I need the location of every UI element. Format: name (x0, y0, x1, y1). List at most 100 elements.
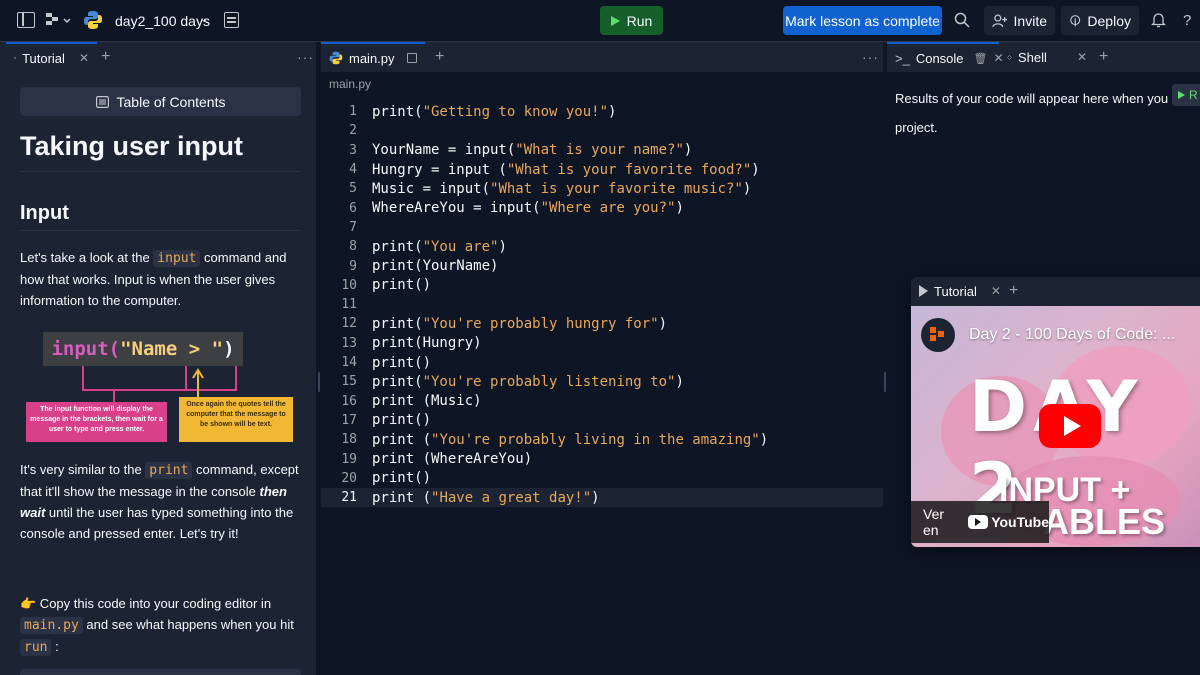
code-line[interactable]: 8 print("You are") (321, 237, 883, 256)
video-title[interactable]: Day 2 - 100 Days of Code: ... (969, 326, 1175, 344)
code-line[interactable]: 11 (321, 295, 883, 314)
code-text[interactable]: YourName = input("What is your name?") (372, 142, 692, 158)
code-text[interactable]: print() (372, 412, 431, 428)
watch-on-youtube-button[interactable]: Ver en YouTube (911, 501, 1049, 543)
search-icon[interactable] (954, 12, 970, 28)
tutorial-panel: Tutorial ✕ + ··· Table of Contents Takin… (0, 42, 316, 675)
invite-label: Invite (1013, 12, 1047, 29)
inline-code: print (145, 462, 193, 479)
code-text[interactable]: print ("You're probably living in the am… (372, 432, 768, 448)
code-line[interactable]: 13 print(Hungry) (321, 334, 883, 353)
code-line[interactable]: 21 print ("Have a great day!") (321, 488, 883, 508)
code-line[interactable]: 3 YourName = input("What is your name?") (321, 141, 883, 160)
add-tab-icon[interactable]: + (1099, 48, 1108, 66)
code-editor[interactable]: 1 print("Getting to know you!") 2 3 YourName… (321, 100, 883, 675)
trash-icon[interactable]: 🗑 (974, 52, 988, 65)
tab-shell[interactable]: Shell ✕ (999, 42, 1095, 72)
tab-tutorial[interactable]: Tutorial ✕ (6, 42, 97, 72)
add-tab-icon[interactable]: + (435, 48, 444, 66)
close-icon[interactable]: ✕ (1077, 50, 1087, 64)
code-text[interactable]: print (Music) (372, 393, 482, 409)
code-line[interactable]: 6 WhereAreYou = input("Where are you?") (321, 199, 883, 218)
code-line[interactable]: 16 print (Music) (321, 392, 883, 411)
code-line[interactable]: 20 print() (321, 469, 883, 488)
invite-button[interactable]: Invite (984, 6, 1055, 35)
notifications-bell-icon[interactable] (1151, 12, 1166, 28)
add-tab-icon[interactable]: + (1009, 282, 1018, 300)
breadcrumb[interactable]: main.py (321, 72, 883, 96)
mark-lesson-complete-button[interactable]: Mark lesson as complete (783, 6, 942, 35)
tab-main-py[interactable]: main.py (321, 42, 425, 72)
repl-name[interactable]: day2_100 days (115, 13, 210, 29)
resize-grip[interactable] (884, 372, 886, 392)
more-options-icon[interactable]: ··· (297, 49, 314, 65)
code-text[interactable]: print() (372, 355, 431, 371)
code-text[interactable]: print(Hungry) (372, 335, 482, 351)
diagram-connectors (82, 366, 237, 402)
code-line[interactable]: 18 print ("You're probably living in the … (321, 430, 883, 449)
code-line[interactable]: 5 Music = input("What is your favorite mu… (321, 179, 883, 198)
line-number: 14 (341, 355, 357, 371)
help-icon[interactable]: ? (1183, 12, 1191, 29)
code-text[interactable]: Music = input("What is your favorite mus… (372, 181, 751, 197)
line-number: 18 (341, 432, 357, 448)
code-line[interactable]: 2 (321, 121, 883, 140)
code-text[interactable]: Hungry = input ("What is your favorite f… (372, 162, 760, 178)
input-function-diagram: input("Name > ") The input function will… (26, 332, 296, 442)
console-output: Results of your code will appear here wh… (895, 84, 1195, 142)
console-message-line: Results of your code will appear here wh… (895, 91, 1169, 106)
tab-floating-tutorial-label: Tutorial (934, 283, 977, 299)
play-icon (1063, 416, 1081, 436)
tab-status-icon[interactable] (406, 53, 417, 63)
repl-info-icon[interactable] (224, 12, 239, 28)
floating-tabbar: Tutorial ✕ + (911, 277, 1200, 305)
code-text[interactable]: print(YourName) (372, 258, 498, 274)
paragraph-print-compare: It's very similar to the print command, … (20, 459, 306, 544)
add-tab-icon[interactable]: + (101, 48, 110, 66)
code-text[interactable]: print("You are") (372, 239, 507, 255)
python-logo-icon (83, 10, 103, 35)
code-line[interactable]: 1 print("Getting to know you!") (321, 102, 883, 121)
deploy-button[interactable]: Deploy (1061, 6, 1139, 35)
code-line[interactable]: 9 print(YourName) (321, 256, 883, 275)
code-line[interactable]: 12 print("You're probably hungry for") (321, 314, 883, 333)
code-line[interactable]: 19 print (WhereAreYou) (321, 449, 883, 468)
youtube-logo-icon: YouTube (968, 514, 1049, 530)
line-number: 19 (341, 451, 357, 467)
code-text[interactable]: print("You're probably hungry for") (372, 316, 667, 332)
close-icon[interactable]: ✕ (79, 51, 89, 65)
code-text[interactable]: print() (372, 470, 431, 486)
more-options-icon[interactable]: ··· (862, 49, 879, 65)
close-icon[interactable]: ✕ (991, 284, 1001, 298)
deploy-icon (1070, 14, 1081, 26)
table-of-contents-button[interactable]: Table of Contents (20, 87, 301, 116)
line-number: 3 (349, 142, 357, 158)
line-number: 20 (341, 470, 357, 486)
tab-floating-tutorial[interactable]: Tutorial ✕ (911, 277, 1009, 306)
code-line[interactable]: 10 print() (321, 276, 883, 295)
chevron-down-icon[interactable]: ⌄ (200, 14, 208, 25)
code-text[interactable]: print (WhereAreYou) (372, 451, 532, 467)
code-line[interactable]: 15 print("You're probably listening to") (321, 372, 883, 391)
sidebar-toggle-icon[interactable] (17, 12, 35, 28)
code-text[interactable]: print("Getting to know you!") (372, 104, 616, 120)
code-line[interactable]: 4 Hungry = input ("What is your favorite … (321, 160, 883, 179)
replit-logo-icon[interactable] (46, 13, 72, 29)
code-text[interactable]: print("You're probably listening to") (372, 374, 684, 390)
run-button[interactable]: Run (600, 6, 663, 35)
code-line[interactable]: 14 print() (321, 353, 883, 372)
youtube-play-button[interactable] (1039, 404, 1101, 448)
inline-run-button[interactable]: R (1172, 84, 1200, 106)
code-text[interactable]: print() (372, 277, 431, 293)
code-line[interactable]: 17 print() (321, 411, 883, 430)
paragraph-input-intro: Let's take a look at the input command a… (20, 247, 306, 311)
tab-console[interactable]: >_ Console 🗑 ✕ (887, 42, 1004, 72)
code-text[interactable]: print ("Have a great day!") (372, 490, 600, 506)
youtube-video-embed[interactable]: DAY 2 INPUT + ABLES Day 2 - 100 Days of … (911, 306, 1200, 547)
diagram-note-right: Once again the quotes tell the computer … (179, 397, 293, 442)
channel-avatar[interactable] (921, 318, 955, 352)
resize-grip[interactable] (317, 372, 320, 392)
code-line[interactable]: 7 (321, 218, 883, 237)
code-text[interactable]: WhereAreYou = input("Where are you?") (372, 200, 684, 216)
editor-tabbar: main.py + ··· (321, 42, 883, 72)
